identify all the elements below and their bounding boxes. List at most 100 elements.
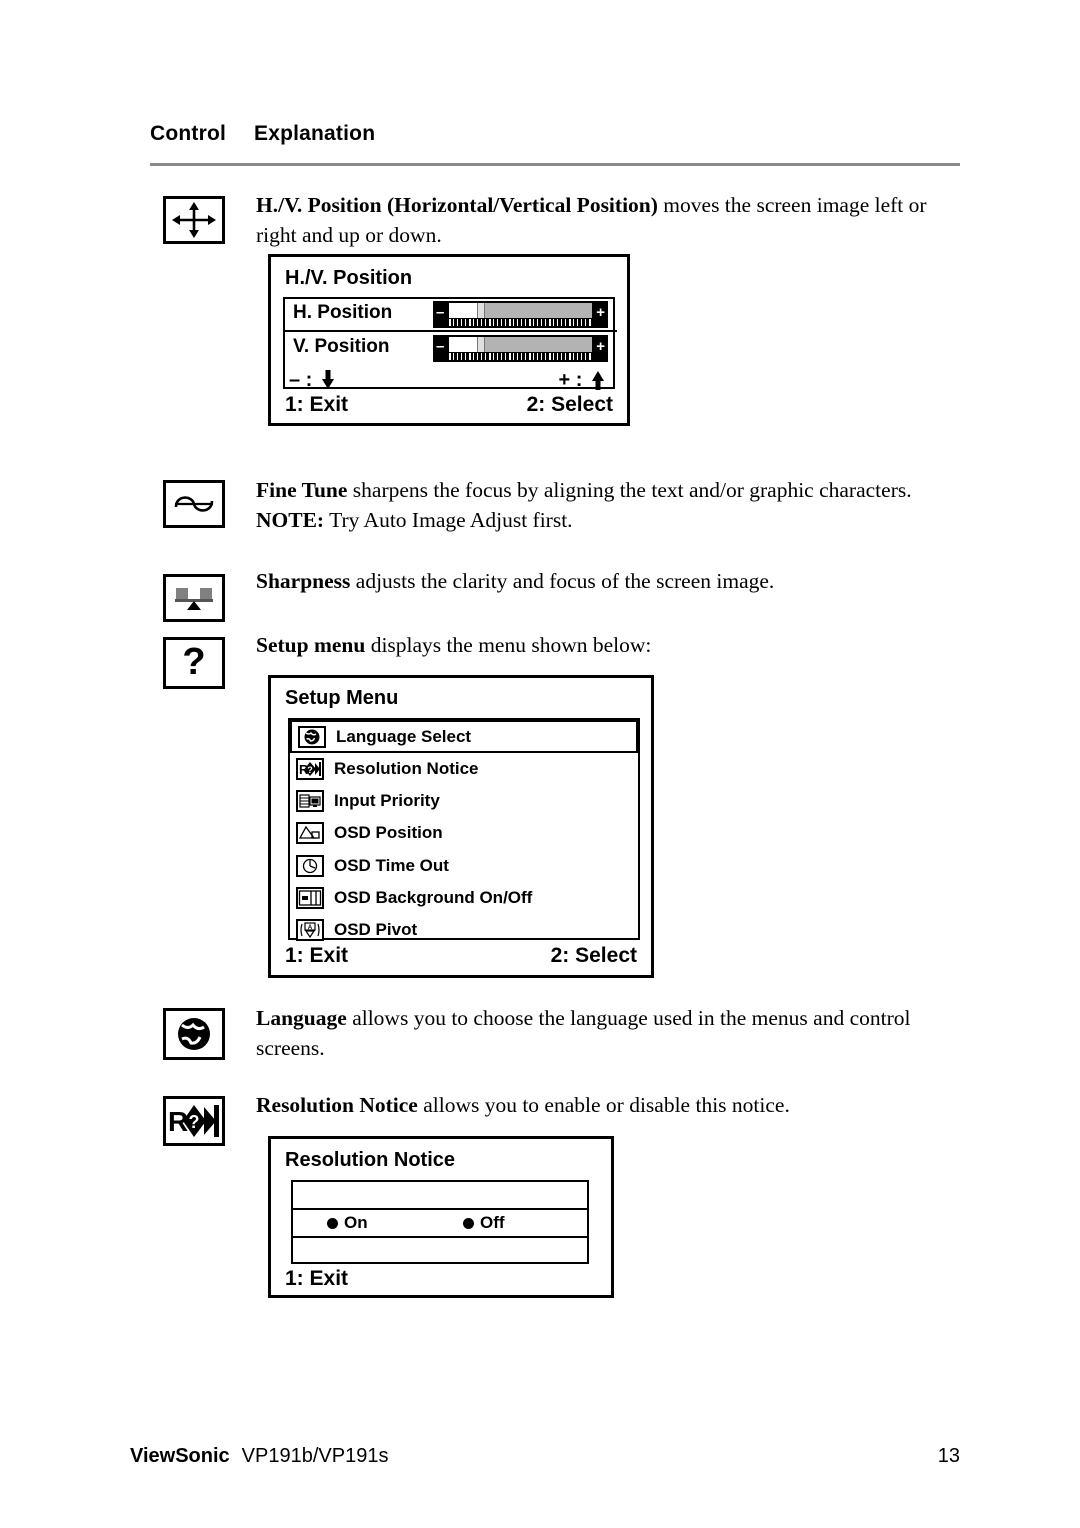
rn-band-bottom [293,1236,587,1262]
v-position-label: V. Position [293,336,390,357]
setup-osd-list: Language Select R ? Resolution Notice In… [288,718,640,942]
page-footer: ViewSonic VP191b/VP191s 13 [130,1445,960,1468]
setup-menu-description: Setup menu displays the menu shown below… [256,630,962,660]
v-position-ticks [449,353,592,360]
sharpness-icon [163,574,225,622]
resolution-notice-on-option[interactable]: On [327,1213,368,1233]
h-position-slider[interactable]: – + [433,301,608,328]
hv-position-icon [163,196,225,244]
v-position-thumb[interactable] [477,337,485,352]
hv-position-osd: H./V. Position H. Position – + V. Positi… [268,254,630,426]
plus-legend-label: + : [558,369,583,391]
language-globe-icon [163,1008,225,1060]
setup-item-label: OSD Position [334,823,443,843]
osd-pivot-icon: A [296,919,324,942]
header-control-label: Control [150,122,227,145]
sharpness-body: adjusts the clarity and focus of the scr… [350,569,775,593]
rn-osd-title: Resolution Notice [285,1149,456,1171]
setup-menu-icon: ? [163,637,225,689]
language-body: allows you to choose the language used i… [256,1006,911,1060]
page-number: 13 [937,1445,960,1467]
resolution-notice-description: Resolution Notice allows you to enable o… [256,1090,962,1120]
osd-background-icon [296,886,324,909]
hv-position-term: H./V. Position (Horizontal/Vertical Posi… [256,193,658,217]
resolution-notice-osd: Resolution Notice On Off 1: Exit [268,1136,614,1298]
fine-tune-description: Fine Tune sharpens the focus by aligning… [256,475,962,535]
header-divider [150,163,960,166]
resolution-notice-icon: R ? [296,758,324,781]
plus-up-legend: + : [559,369,605,392]
v-position-minus-icon[interactable]: – [436,338,444,355]
resolution-notice-term: Resolution Notice [256,1093,418,1117]
input-priority-icon [296,790,324,813]
minus-down-legend: – : [289,369,335,392]
setup-osd-select-hint[interactable]: 2: Select [551,944,637,968]
h-position-fill [449,303,477,318]
globe-icon [298,725,326,748]
hv-row-v-position[interactable]: V. Position – + [285,330,617,362]
fine-tune-icon [163,480,225,528]
v-position-fill [449,337,477,352]
clock-icon [296,854,324,877]
language-term: Language [256,1006,347,1030]
setup-menu-term: Setup menu [256,633,366,657]
h-position-ticks [449,319,592,326]
rn-off-label: Off [480,1213,505,1232]
minus-legend-label: – : [289,369,313,391]
setup-item-label: Input Priority [334,791,440,811]
language-description: Language allows you to choose the langua… [256,1003,962,1063]
hv-osd-select-hint[interactable]: 2: Select [527,393,613,417]
setup-item-osd-position[interactable]: OSD Position [290,817,638,849]
setup-osd-title: Setup Menu [285,687,399,709]
h-position-plus-icon[interactable]: + [596,304,605,321]
rn-band-options: On Off [293,1208,587,1238]
setup-osd-exit-hint[interactable]: 1: Exit [285,944,348,968]
rn-on-label: On [344,1213,368,1232]
h-position-thumb[interactable] [477,303,485,318]
setup-item-input-priority[interactable]: Input Priority [290,785,638,817]
resolution-notice-icon: R ? [163,1096,225,1146]
setup-item-osd-background[interactable]: OSD Background On/Off [290,882,638,914]
fine-tune-note-text: Try Auto Image Adjust first. [324,508,573,532]
rn-osd-exit-hint[interactable]: 1: Exit [285,1267,348,1291]
arrow-down-icon [321,370,334,389]
v-position-plus-icon[interactable]: + [596,338,605,355]
setup-item-label: Resolution Notice [334,759,479,779]
fine-tune-term: Fine Tune [256,478,348,502]
setup-item-label: OSD Background On/Off [334,887,533,907]
h-position-track[interactable] [449,303,592,318]
setup-item-language-select[interactable]: Language Select [290,720,638,753]
setup-item-label: Language Select [336,726,472,746]
svg-text:A: A [308,925,313,931]
svg-text:?: ? [189,1112,200,1132]
h-position-label: H. Position [293,302,393,323]
osd-position-icon [296,822,324,845]
v-position-slider[interactable]: – + [433,335,608,362]
svg-text:?: ? [307,765,313,775]
setup-item-resolution-notice[interactable]: R ? Resolution Notice [290,753,638,785]
resolution-notice-off-option[interactable]: Off [463,1213,505,1233]
sharpness-description: Sharpness adjusts the clarity and focus … [256,566,962,596]
radio-dot-icon [463,1218,474,1229]
setup-item-osd-time-out[interactable]: OSD Time Out [290,850,638,882]
brand-name: ViewSonic [130,1445,230,1467]
rn-osd-body: On Off [291,1180,589,1264]
setup-menu-body: displays the menu shown below: [365,633,652,657]
column-headers: Control Explanation [150,122,960,146]
hv-osd-title: H./V. Position [285,267,413,289]
setup-item-osd-pivot[interactable]: A OSD Pivot [290,914,638,946]
sharpness-term: Sharpness [256,569,351,593]
v-position-track[interactable] [449,337,592,352]
arrow-up-icon [592,371,604,390]
fine-tune-body: sharpens the focus by aligning the text … [347,478,912,502]
setup-menu-osd: Setup Menu Language Select R ? Resolutio… [268,675,654,978]
fine-tune-note-label: NOTE: [256,508,325,532]
resolution-notice-body: allows you to enable or disable this not… [417,1093,790,1117]
radio-dot-icon [327,1218,338,1229]
svg-text:?: ? [182,641,205,683]
h-position-minus-icon[interactable]: – [436,304,444,321]
rn-band-top [293,1182,587,1208]
hv-row-h-position[interactable]: H. Position – + [285,300,617,329]
hv-osd-exit-hint[interactable]: 1: Exit [285,393,348,417]
model-name: VP191b/VP191s [241,1445,389,1467]
